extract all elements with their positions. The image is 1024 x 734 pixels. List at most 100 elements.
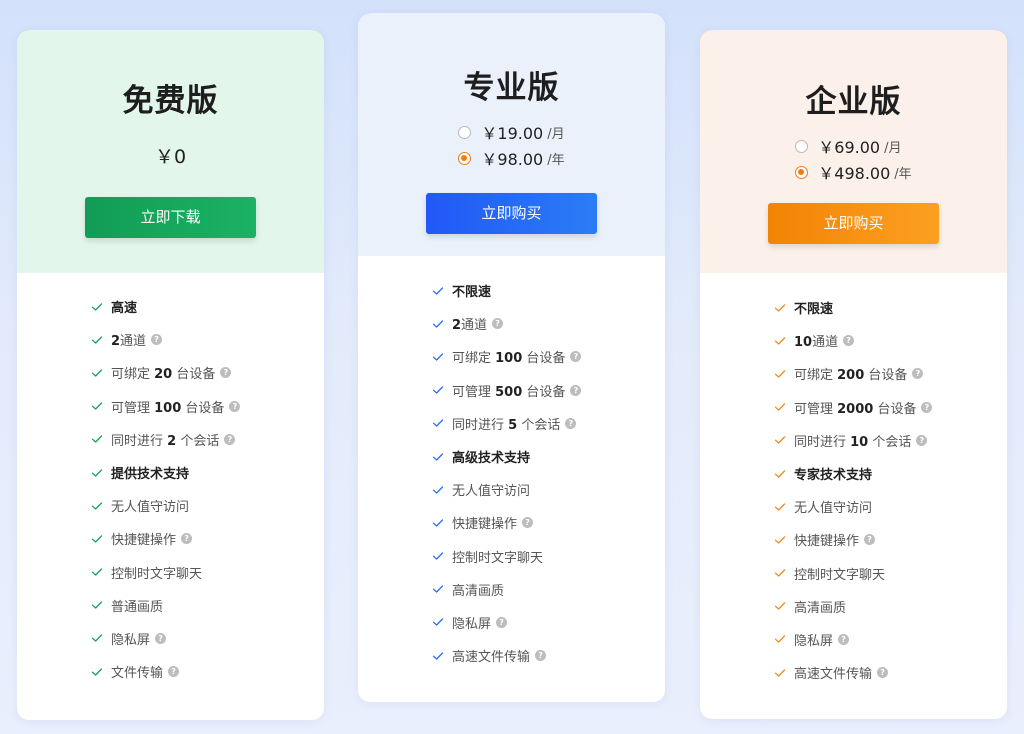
plan-header: 免费版 ￥0 立即下载 bbox=[17, 30, 324, 273]
help-icon[interactable]: ? bbox=[570, 384, 582, 396]
price-option-monthly[interactable]: ￥19.00 /月 bbox=[458, 119, 565, 145]
feature-label-suffix: 台设备 bbox=[172, 367, 216, 383]
feature-item: 提供技术支持 bbox=[91, 456, 324, 489]
feature-item: 不限速 bbox=[774, 291, 1007, 324]
buy-button[interactable]: 立即购买 bbox=[426, 193, 597, 234]
feature-label-prefix: 可绑定 bbox=[111, 367, 155, 383]
feature-item: 同时进行 10 个会话? bbox=[774, 424, 1007, 457]
check-icon bbox=[432, 353, 444, 361]
feature-label: 快捷键操作 bbox=[452, 517, 518, 533]
feature-item: 高速文件传输? bbox=[432, 639, 665, 672]
plan-title: 专业版 bbox=[463, 70, 560, 106]
plan-header: 专业版 ￥19.00 /月 ￥98.00 /年 立即购买 bbox=[358, 13, 665, 256]
help-icon[interactable]: ? bbox=[151, 334, 163, 346]
radio-button[interactable] bbox=[458, 125, 472, 139]
help-icon[interactable]: ? bbox=[565, 417, 577, 429]
feature-label-prefix: 可绑定 bbox=[794, 368, 838, 384]
check-icon bbox=[432, 519, 444, 527]
help-icon[interactable]: ? bbox=[864, 534, 876, 546]
help-icon[interactable]: ? bbox=[496, 616, 508, 628]
feature-item: 可管理 100 台设备? bbox=[91, 390, 324, 423]
price-option-yearly[interactable]: ￥498.00 /年 bbox=[795, 159, 912, 185]
radio-button[interactable] bbox=[795, 165, 809, 179]
price-amount: ￥98.00 bbox=[481, 150, 544, 169]
help-icon[interactable]: ? bbox=[921, 401, 933, 413]
check-icon bbox=[432, 552, 444, 560]
feature-item: 普通画质 bbox=[91, 589, 324, 622]
help-icon[interactable]: ? bbox=[570, 351, 582, 363]
feature-item: 快捷键操作? bbox=[774, 523, 1007, 556]
check-icon bbox=[91, 302, 103, 311]
price-unit: /年 bbox=[894, 166, 912, 182]
help-icon[interactable]: ? bbox=[838, 633, 850, 645]
feature-label-prefix: 同时进行 bbox=[452, 417, 509, 433]
feature-item: 可管理 2000 台设备? bbox=[774, 391, 1007, 424]
buy-button[interactable]: 立即购买 bbox=[768, 203, 939, 244]
feature-item: 隐私屏? bbox=[432, 606, 665, 639]
check-icon bbox=[432, 386, 444, 394]
feature-item: 无人值守访问 bbox=[91, 489, 324, 522]
feature-label-suffix: 台设备 bbox=[864, 368, 908, 384]
feature-item: 2通道? bbox=[432, 307, 665, 340]
feature-label: 可管理 500 台设备 bbox=[452, 381, 565, 400]
price-options: ￥69.00 /月 ￥498.00 /年 bbox=[795, 133, 912, 185]
feature-value: 20 bbox=[154, 367, 173, 383]
feature-value: 2 bbox=[167, 433, 177, 449]
help-icon[interactable]: ? bbox=[224, 433, 236, 445]
feature-item: 高速 bbox=[91, 290, 324, 323]
check-icon bbox=[91, 336, 103, 344]
help-icon[interactable]: ? bbox=[535, 650, 547, 662]
feature-item: 无人值守访问 bbox=[432, 473, 665, 506]
feature-item: 隐私屏? bbox=[774, 623, 1007, 656]
feature-item: 高清画质 bbox=[432, 573, 665, 606]
check-icon bbox=[432, 286, 444, 295]
help-icon[interactable]: ? bbox=[912, 368, 924, 380]
feature-value: 10 bbox=[794, 335, 813, 351]
radio-button[interactable] bbox=[795, 139, 809, 153]
feature-label-suffix: 个会话 bbox=[517, 417, 561, 433]
check-icon bbox=[432, 320, 444, 328]
feature-label-prefix: 同时进行 bbox=[111, 433, 168, 449]
check-icon bbox=[91, 601, 103, 609]
feature-label-suffix: 通道 bbox=[120, 334, 147, 350]
feature-item: 控制时文字聊天 bbox=[432, 540, 665, 573]
check-icon bbox=[774, 669, 786, 677]
help-icon[interactable]: ? bbox=[168, 666, 180, 678]
check-icon bbox=[91, 568, 103, 576]
feature-item: 同时进行 2 个会话? bbox=[91, 423, 324, 456]
help-icon[interactable]: ? bbox=[877, 667, 889, 679]
feature-label-suffix: 台设备 bbox=[522, 384, 566, 400]
help-icon[interactable]: ? bbox=[220, 367, 232, 379]
help-icon[interactable]: ? bbox=[155, 632, 167, 644]
price-option-yearly[interactable]: ￥98.00 /年 bbox=[458, 145, 565, 171]
check-icon bbox=[774, 337, 786, 345]
radio-button[interactable] bbox=[458, 151, 472, 165]
plan-card-enterprise: 企业版 ￥69.00 /月 ￥498.00 /年 立即购买 不限速 10通道? 可绑… bbox=[700, 30, 1007, 719]
price-option-monthly[interactable]: ￥69.00 /月 bbox=[795, 133, 911, 159]
help-icon[interactable]: ? bbox=[522, 517, 534, 529]
check-icon bbox=[91, 402, 103, 410]
check-icon bbox=[432, 452, 444, 461]
feature-label: 控制时文字聊天 bbox=[452, 550, 544, 566]
check-icon bbox=[91, 502, 103, 510]
feature-value: 5 bbox=[508, 417, 518, 433]
check-icon bbox=[774, 403, 786, 411]
help-icon[interactable]: ? bbox=[492, 318, 504, 330]
feature-label-suffix: 台设备 bbox=[522, 351, 566, 367]
download-button[interactable]: 立即下载 bbox=[85, 197, 256, 238]
price-amount: ￥19.00 bbox=[481, 124, 544, 143]
feature-label: 同时进行 2 个会话 bbox=[111, 430, 219, 449]
feature-item: 2通道? bbox=[91, 323, 324, 356]
price-unit: /月 bbox=[884, 140, 902, 156]
feature-item: 可绑定 200 台设备? bbox=[774, 357, 1007, 390]
help-icon[interactable]: ? bbox=[843, 335, 855, 347]
feature-label-prefix: 同时进行 bbox=[794, 434, 851, 450]
help-icon[interactable]: ? bbox=[916, 434, 928, 446]
help-icon[interactable]: ? bbox=[229, 400, 241, 412]
feature-label: 2通道 bbox=[111, 330, 146, 349]
feature-label: 无人值守访问 bbox=[794, 501, 873, 517]
plan-card-free: 免费版 ￥0 立即下载 高速 2通道? 可绑定 20 台设备? 可管理 100 台设备… bbox=[17, 30, 324, 720]
help-icon[interactable]: ? bbox=[181, 533, 193, 545]
price-unit: /年 bbox=[547, 152, 565, 168]
feature-value: 100 bbox=[495, 351, 523, 367]
